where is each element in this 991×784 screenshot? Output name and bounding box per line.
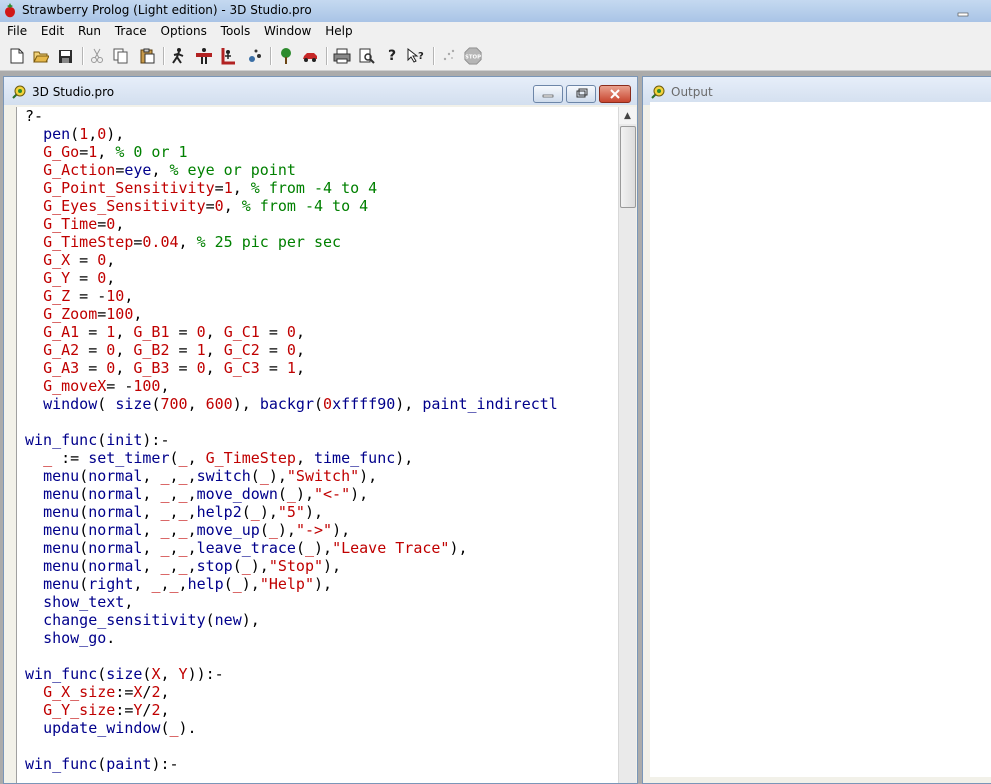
car-icon[interactable] xyxy=(301,47,319,65)
code-line[interactable]: G_A1 = 1, G_B1 = 0, G_C1 = 0, xyxy=(25,323,558,341)
menu-file[interactable]: File xyxy=(7,22,27,38)
editor-window: 3D Studio.pro ?- pen(1,0), G_Go=1, % 0 o… xyxy=(3,76,638,784)
code-text[interactable]: ?- pen(1,0), G_Go=1, % 0 or 1 G_Action=e… xyxy=(25,107,558,773)
context-help-icon[interactable]: ? xyxy=(407,47,425,65)
stop-icon[interactable]: STOP xyxy=(464,47,482,65)
code-line[interactable]: ​ xyxy=(25,647,558,665)
scroll-up-arrow-icon[interactable]: ▲ xyxy=(619,107,636,124)
menu-window[interactable]: Window xyxy=(264,22,311,38)
code-line[interactable]: G_Y = 0, xyxy=(25,269,558,287)
editor-restore-button[interactable] xyxy=(566,85,596,103)
window-title: Strawberry Prolog (Light edition) - 3D S… xyxy=(22,3,312,17)
code-line[interactable]: G_Zoom=100, xyxy=(25,305,558,323)
prolog-file-icon xyxy=(651,85,665,99)
open-folder-icon[interactable] xyxy=(32,47,50,65)
output-title-bar[interactable]: Output xyxy=(643,77,991,105)
paste-icon[interactable] xyxy=(138,47,156,65)
code-line[interactable]: G_TimeStep=0.04, % 25 pic per sec xyxy=(25,233,558,251)
code-line[interactable]: menu(normal, _,_,move_down(_),"<-"), xyxy=(25,485,558,503)
tree-icon[interactable] xyxy=(277,47,295,65)
minimize-icon[interactable] xyxy=(949,3,977,19)
code-line[interactable]: window( size(700, 600), backgr(0xffff90)… xyxy=(25,395,558,413)
code-line[interactable]: menu(right, _,_,help(_),"Help"), xyxy=(25,575,558,593)
code-line[interactable]: G_Eyes_Sensitivity=0, % from -4 to 4 xyxy=(25,197,558,215)
scroll-thumb[interactable] xyxy=(620,126,636,208)
code-line[interactable]: G_Z = -10, xyxy=(25,287,558,305)
code-line[interactable]: G_Point_Sensitivity=1, % from -4 to 4 xyxy=(25,179,558,197)
toolbar: ? ? STOP xyxy=(0,42,991,71)
code-line[interactable]: show_text, xyxy=(25,593,558,611)
editor-title: 3D Studio.pro xyxy=(32,85,115,99)
output-text-area[interactable] xyxy=(650,102,991,777)
menu-run[interactable]: Run xyxy=(78,22,101,38)
save-icon[interactable] xyxy=(56,47,74,65)
code-line[interactable]: G_Y_size:=Y/2, xyxy=(25,701,558,719)
output-title: Output xyxy=(671,85,713,99)
code-line[interactable]: menu(normal, _,_,leave_trace(_),"Leave T… xyxy=(25,539,558,557)
minimize-icon xyxy=(542,94,554,98)
code-editor[interactable]: ?- pen(1,0), G_Go=1, % 0 or 1 G_Action=e… xyxy=(16,107,619,783)
code-line[interactable]: ?- xyxy=(25,107,558,125)
editor-close-button[interactable] xyxy=(599,85,631,103)
code-line[interactable]: G_A2 = 0, G_B2 = 1, G_C2 = 0, xyxy=(25,341,558,359)
code-line[interactable]: G_A3 = 0, G_B3 = 0, G_C3 = 1, xyxy=(25,359,558,377)
code-line[interactable]: G_X_size:=X/2, xyxy=(25,683,558,701)
watch-icon[interactable] xyxy=(246,47,264,65)
code-line[interactable]: G_Time=0, xyxy=(25,215,558,233)
menu-help[interactable]: Help xyxy=(325,22,352,38)
menu-bar: File Edit Run Trace Options Tools Window… xyxy=(0,22,991,42)
code-line[interactable]: _ := set_timer(_, G_TimeStep, time_func)… xyxy=(25,449,558,467)
restore-icon xyxy=(576,88,588,98)
code-line[interactable]: menu(normal, _,_,move_up(_),"->"), xyxy=(25,521,558,539)
code-line[interactable]: update_window(_). xyxy=(25,719,558,737)
code-line[interactable]: win_func(paint):- xyxy=(25,755,558,773)
step-icon[interactable] xyxy=(195,47,213,65)
strawberry-icon xyxy=(5,3,15,18)
copy-icon[interactable] xyxy=(112,47,130,65)
editor-vertical-scrollbar[interactable]: ▲ xyxy=(618,107,636,783)
code-line[interactable]: ​ xyxy=(25,737,558,755)
code-line[interactable]: menu(normal, _,_,switch(_),"Switch"), xyxy=(25,467,558,485)
run-icon[interactable] xyxy=(170,47,188,65)
code-line[interactable]: G_Action=eye, % eye or point xyxy=(25,161,558,179)
code-line[interactable]: menu(normal, _,_,stop(_),"Stop"), xyxy=(25,557,558,575)
print-preview-icon[interactable] xyxy=(358,47,376,65)
editor-title-bar[interactable]: 3D Studio.pro xyxy=(4,77,637,105)
menu-trace[interactable]: Trace xyxy=(115,22,147,38)
app-title-bar[interactable]: Strawberry Prolog (Light edition) - 3D S… xyxy=(0,0,991,23)
new-file-icon[interactable] xyxy=(8,47,26,65)
menu-options[interactable]: Options xyxy=(161,22,207,38)
close-icon xyxy=(610,89,620,99)
svg-text:STOP: STOP xyxy=(465,55,481,61)
menu-tools[interactable]: Tools xyxy=(221,22,251,38)
code-line[interactable]: change_sensitivity(new), xyxy=(25,611,558,629)
editor-minimize-button[interactable] xyxy=(533,85,563,103)
code-line[interactable]: G_X = 0, xyxy=(25,251,558,269)
help-icon[interactable]: ? xyxy=(383,47,401,65)
svg-text:?: ? xyxy=(418,51,424,62)
trace-icon[interactable] xyxy=(220,47,238,65)
prolog-file-icon xyxy=(12,85,26,99)
code-line[interactable]: show_go. xyxy=(25,629,558,647)
code-line[interactable]: win_func(init):- xyxy=(25,431,558,449)
code-line[interactable]: ​ xyxy=(25,413,558,431)
code-line[interactable]: G_moveX= -100, xyxy=(25,377,558,395)
code-line[interactable]: G_Go=1, % 0 or 1 xyxy=(25,143,558,161)
sparkle-icon[interactable] xyxy=(440,47,458,65)
print-icon[interactable] xyxy=(333,47,351,65)
menu-edit[interactable]: Edit xyxy=(41,22,64,38)
code-line[interactable]: menu(normal, _,_,help2(_),"5"), xyxy=(25,503,558,521)
cut-icon[interactable] xyxy=(88,47,106,65)
code-line[interactable]: pen(1,0), xyxy=(25,125,558,143)
code-line[interactable]: win_func(size(X, Y)):- xyxy=(25,665,558,683)
